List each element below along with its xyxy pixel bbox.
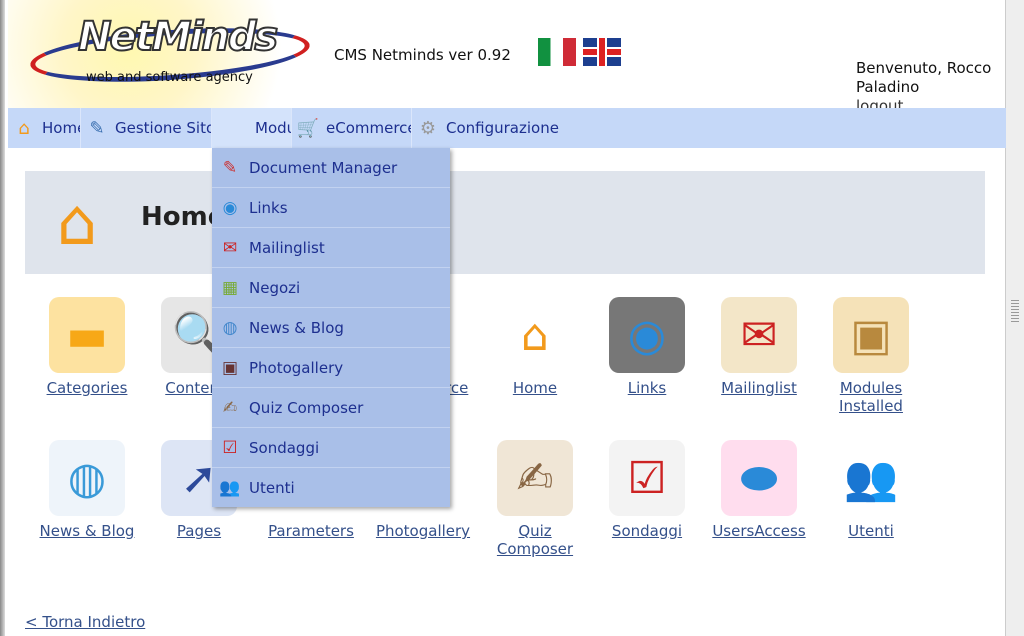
dropdown-news-blog[interactable]: ◍ News & Blog (212, 308, 450, 348)
gear-icon: ⚙ (419, 117, 437, 139)
main-menu: ⌂Home ✎Gestione Sito Moduli 🛒eCommerce ⚙… (8, 108, 1006, 148)
back-link[interactable]: < Torna Indietro (25, 613, 145, 631)
module-tile[interactable]: ◍ News & Blog (31, 440, 143, 540)
module-tile[interactable]: ✍ Quiz Composer (479, 440, 591, 558)
document-pencil-icon: ✎ (222, 157, 238, 178)
page-header: ⌂ Home (25, 171, 985, 274)
box-icon[interactable]: ▣ (833, 297, 909, 373)
globe-folder-icon: ◉ (222, 197, 238, 218)
dropdown-photogallery[interactable]: ▣ Photogallery (212, 348, 450, 388)
house-icon: ⌂ (56, 186, 98, 260)
module-link[interactable]: Utenti (815, 522, 927, 540)
menu-ecommerce[interactable]: 🛒 eCommerce (292, 108, 412, 148)
logo-tagline: web and software agency (86, 70, 253, 85)
checklist-icon[interactable]: ☑ (609, 440, 685, 516)
welcome-text: Benvenuto, Rocco Paladino (856, 59, 992, 96)
house-icon[interactable]: ⌂ (497, 297, 573, 373)
dropdown-negozi[interactable]: ▦ Negozi (212, 268, 450, 308)
module-tile[interactable]: ⌂ Home (479, 297, 591, 397)
module-link[interactable]: Quiz Composer (495, 522, 575, 558)
moduli-dropdown: ✎ Document Manager ◉ Links ✉ Mailinglist ▦ N… (212, 148, 450, 507)
folder-icon[interactable]: ▬ (49, 297, 125, 373)
dropdown-mailinglist[interactable]: ✉ Mailinglist (212, 228, 450, 268)
module-link[interactable]: Home (479, 379, 591, 397)
module-tile[interactable]: ✉ Mailinglist (703, 297, 815, 397)
shop-icon: ▦ (221, 277, 239, 298)
dropdown-quiz-composer[interactable]: ✍ Quiz Composer (212, 388, 450, 428)
menu-moduli[interactable]: Moduli (212, 108, 292, 148)
dropdown-links[interactable]: ◉ Links (212, 188, 450, 228)
dropdown-sondaggi[interactable]: ☑ Sondaggi (212, 428, 450, 468)
module-link[interactable]: UsersAccess (703, 522, 815, 540)
module-link[interactable]: Categories (31, 379, 143, 397)
module-link[interactable]: Parameters (255, 522, 367, 540)
module-tile[interactable]: ⬬ UsersAccess (703, 440, 815, 540)
users-access-icon[interactable]: ⬬ (721, 440, 797, 516)
user-info: Benvenuto, Rocco Paladino logout (856, 59, 996, 109)
dropdown-utenti[interactable]: 👥 Utenti (212, 468, 450, 507)
cms-version: CMS Netminds ver 0.92 (334, 46, 511, 64)
module-link[interactable]: News & Blog (31, 522, 143, 540)
house-icon: ⌂ (18, 117, 30, 139)
module-tile[interactable]: 👥 Utenti (815, 440, 927, 540)
menu-gestione-sito[interactable]: ✎ Gestione Sito (81, 108, 212, 148)
module-link[interactable]: Mailinglist (703, 379, 815, 397)
module-link[interactable]: Sondaggi (591, 522, 703, 540)
mail-plane-icon: ✉ (222, 237, 238, 258)
menu-configurazione[interactable]: ⚙ Configurazione (412, 108, 592, 148)
module-link[interactable]: Pages (143, 522, 255, 540)
module-link[interactable]: Modules Installed (826, 379, 916, 415)
news-icon: ◍ (222, 317, 238, 338)
checklist-icon: ☑ (222, 437, 238, 458)
module-tile[interactable]: ▬ Categories (31, 297, 143, 397)
uk-flag-icon[interactable] (583, 38, 621, 66)
mail-plane-icon[interactable]: ✉ (721, 297, 797, 373)
module-tile[interactable]: ☑ Sondaggi (591, 440, 703, 540)
blank-icon (222, 116, 246, 140)
scrollbar-grip[interactable] (1011, 300, 1019, 324)
module-link[interactable]: Photogallery (367, 522, 479, 540)
clipboard-icon: ✍ (222, 397, 238, 418)
module-tile[interactable]: ▣ Modules Installed (815, 297, 927, 415)
news-icon[interactable]: ◍ (49, 440, 125, 516)
clipboard-icon[interactable]: ✍ (497, 440, 573, 516)
dropdown-document-manager[interactable]: ✎ Document Manager (212, 148, 450, 188)
module-link[interactable]: Links (591, 379, 703, 397)
window-frame (0, 0, 5, 636)
cart-icon: 🛒 (296, 117, 320, 139)
vertical-scrollbar[interactable] (1005, 0, 1024, 636)
netminds-logo: NetMinds web and software agency (8, 0, 312, 108)
pencil-globe-icon: ✎ (89, 117, 105, 139)
module-tile[interactable]: ◉ Links (591, 297, 703, 397)
menu-home[interactable]: ⌂Home (8, 108, 81, 148)
camera-icon: ▣ (221, 357, 239, 378)
italy-flag-icon[interactable] (538, 38, 576, 66)
users-icon[interactable]: 👥 (833, 440, 909, 516)
users-icon: 👥 (219, 477, 241, 498)
globe-folder-icon[interactable]: ◉ (609, 297, 685, 373)
logo-word: NetMinds (77, 13, 279, 61)
